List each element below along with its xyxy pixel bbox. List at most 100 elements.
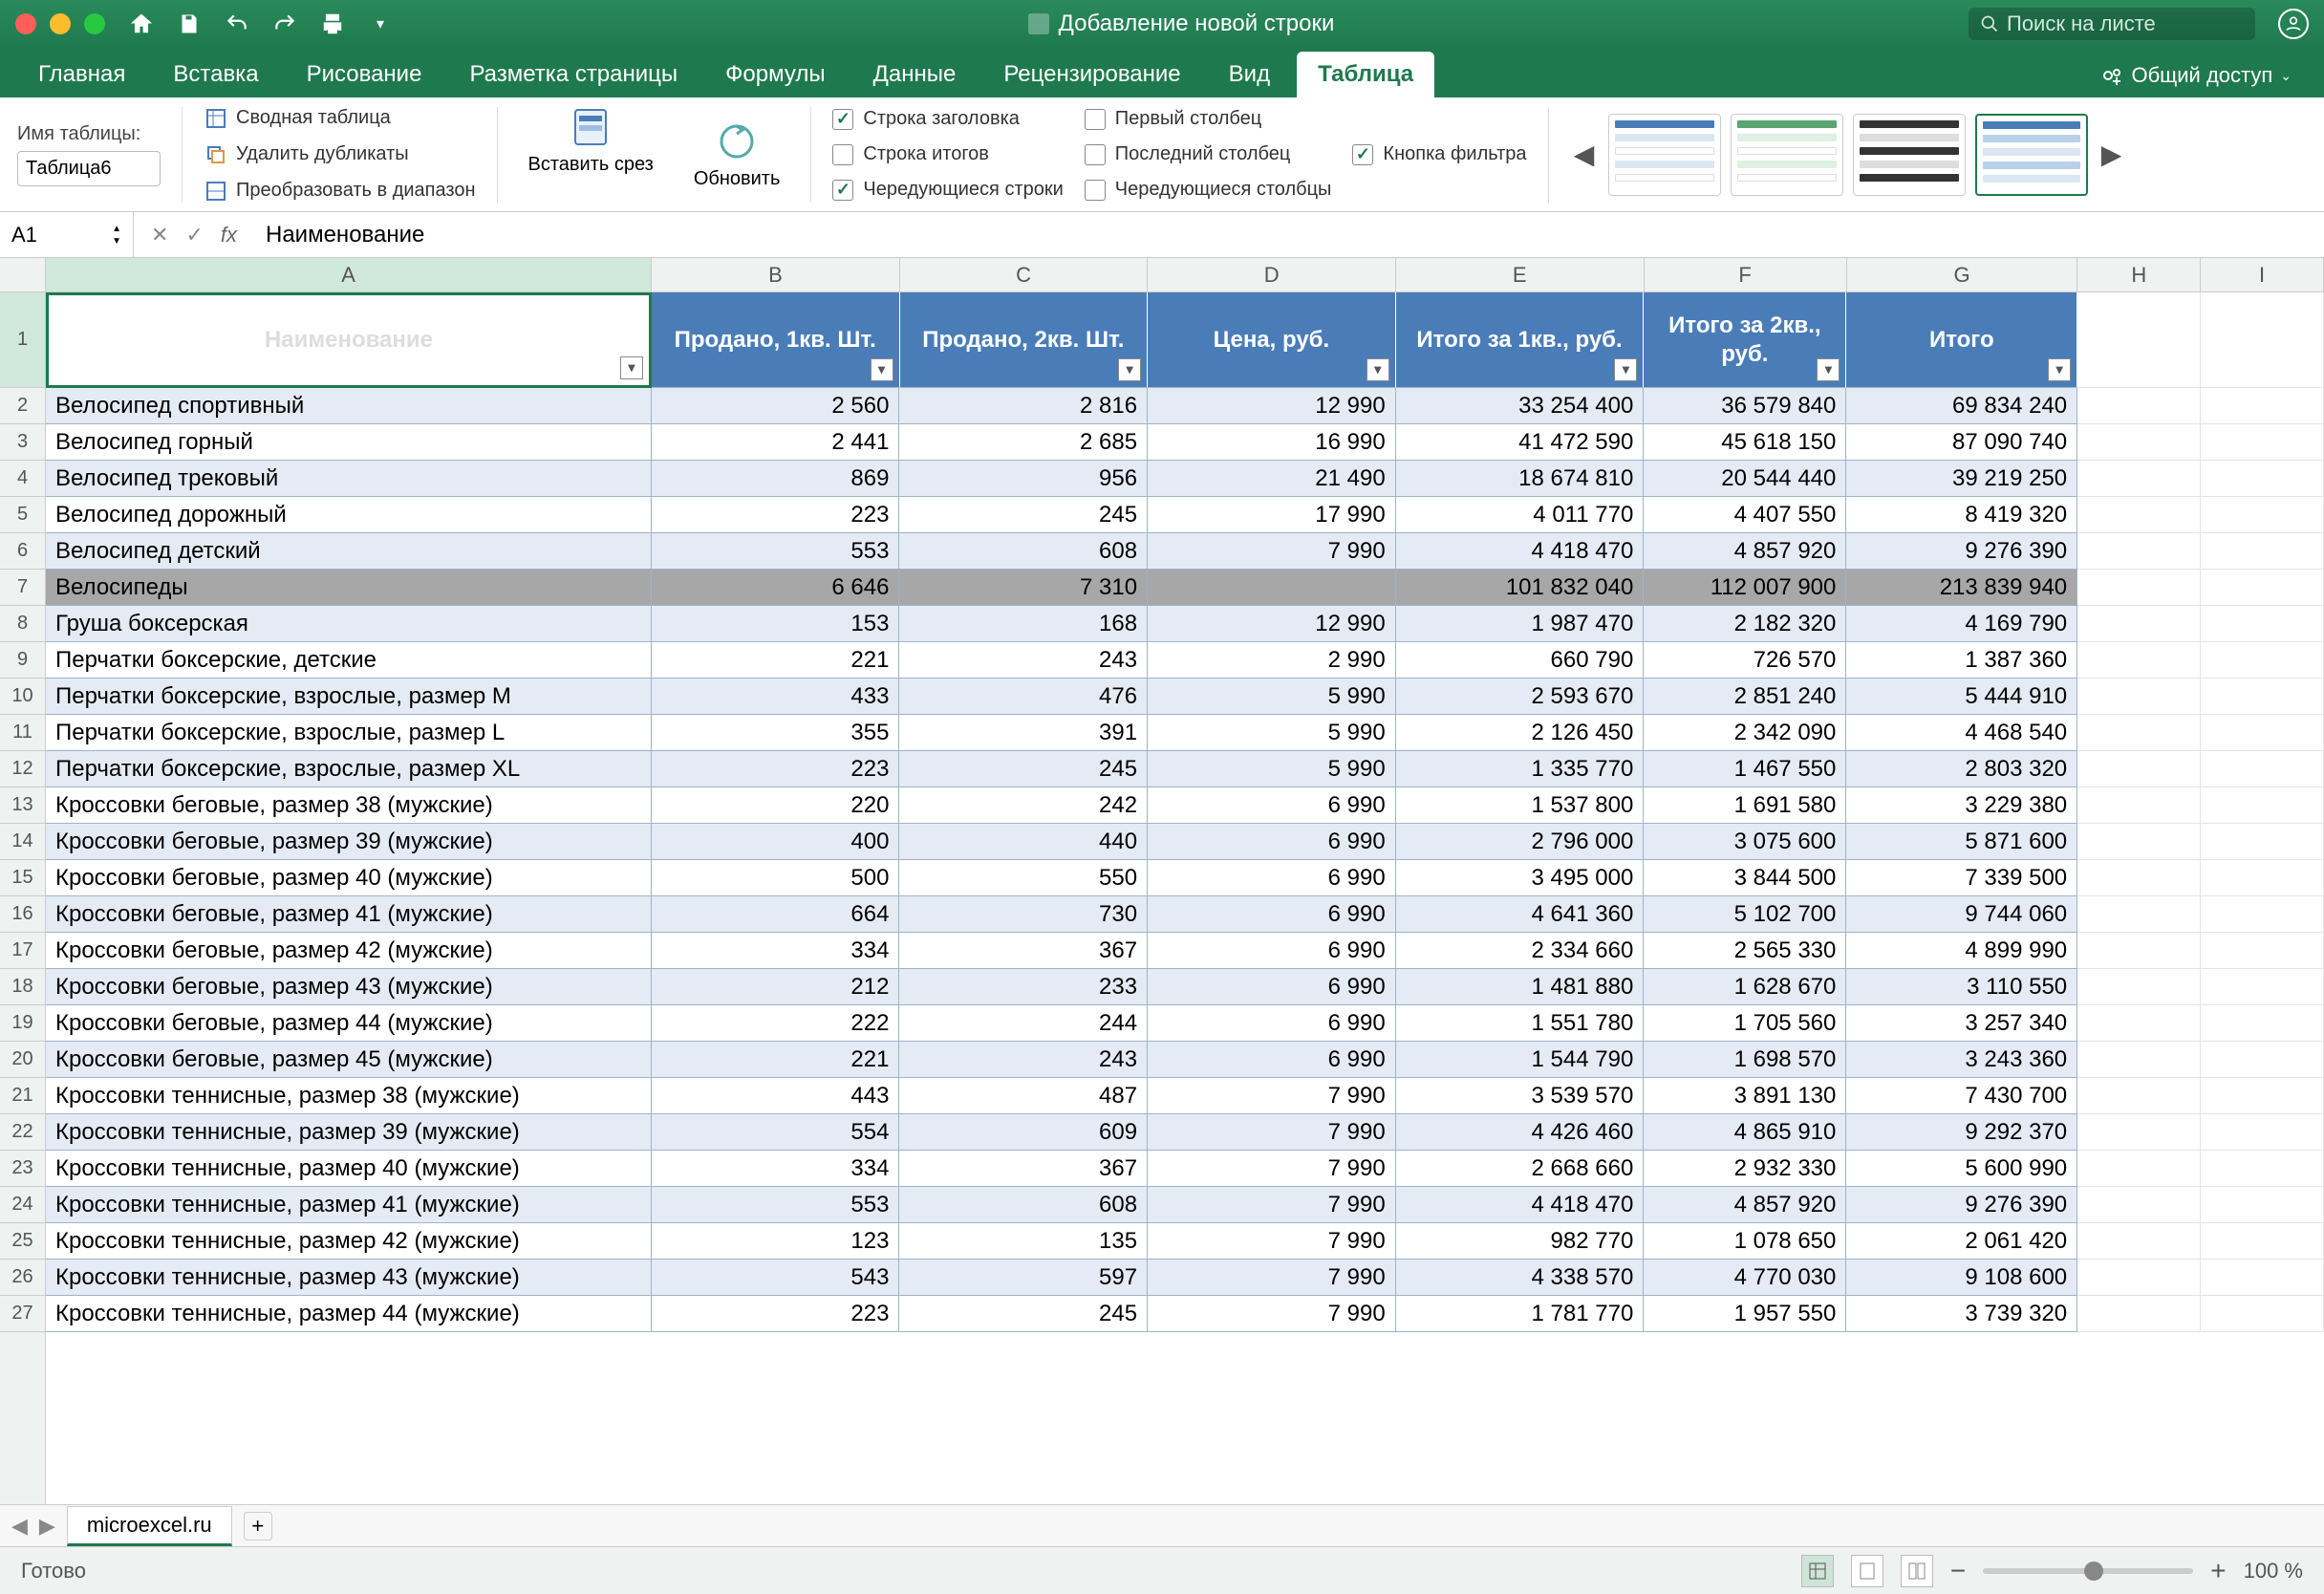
cell[interactable]: 243	[899, 1042, 1148, 1078]
cell[interactable]	[2201, 424, 2324, 461]
row-headers[interactable]: 1234567891011121314151617181920212223242…	[0, 292, 46, 1504]
cell[interactable]: 553	[652, 1187, 900, 1223]
row-header[interactable]: 20	[0, 1042, 45, 1078]
cell[interactable]: 6 990	[1148, 824, 1396, 860]
cell[interactable]: 443	[652, 1078, 900, 1114]
redo-icon[interactable]	[271, 11, 298, 37]
cell[interactable]	[2077, 715, 2201, 751]
cell[interactable]: 1 987 470	[1396, 606, 1645, 642]
cell[interactable]	[2077, 860, 2201, 896]
cell[interactable]: 500	[652, 860, 900, 896]
cell[interactable]	[2201, 388, 2324, 424]
cell[interactable]: Кроссовки теннисные, размер 42 (мужские)	[46, 1223, 652, 1260]
row-header[interactable]: 27	[0, 1296, 45, 1332]
cell[interactable]: 123	[652, 1223, 900, 1260]
cell[interactable]	[2201, 860, 2324, 896]
cell[interactable]: Перчатки боксерские, взрослые, размер L	[46, 715, 652, 751]
cell[interactable]: 69 834 240	[1846, 388, 2077, 424]
column-header-I[interactable]: I	[2201, 258, 2324, 291]
column-header-C[interactable]: C	[900, 258, 1149, 291]
banded-rows-checkbox[interactable]: Чередующиеся строки	[832, 175, 1063, 205]
cell[interactable]: 112 007 900	[1644, 570, 1846, 606]
cell[interactable]: 4 865 910	[1644, 1114, 1846, 1151]
cell[interactable]: 608	[899, 533, 1148, 570]
cell[interactable]	[2201, 715, 2324, 751]
cell[interactable]: Груша боксерская	[46, 606, 652, 642]
cell[interactable]: 222	[652, 1005, 900, 1042]
cell[interactable]: 730	[899, 896, 1148, 933]
column-header-G[interactable]: G	[1847, 258, 2078, 291]
row-header[interactable]: 4	[0, 461, 45, 497]
cell[interactable]: 7 990	[1148, 533, 1396, 570]
spreadsheet-grid[interactable]: ABCDEFGHI 123456789101112131415161718192…	[0, 258, 2324, 1504]
cell[interactable]: 2 803 320	[1846, 751, 2077, 787]
column-header-B[interactable]: B	[652, 258, 900, 291]
cell[interactable]: 101 832 040	[1396, 570, 1645, 606]
cell[interactable]	[2201, 533, 2324, 570]
cell[interactable]	[2201, 1078, 2324, 1114]
filter-button-checkbox[interactable]: Кнопка фильтра	[1352, 140, 1526, 169]
maximize-window-button[interactable]	[84, 13, 105, 34]
refresh-button[interactable]: Обновить	[684, 115, 790, 194]
cell[interactable]: 245	[899, 751, 1148, 787]
cell[interactable]	[2077, 388, 2201, 424]
cell[interactable]: 334	[652, 933, 900, 969]
cell[interactable]: 2 990	[1148, 642, 1396, 679]
cell[interactable]: 1 781 770	[1396, 1296, 1645, 1332]
cell[interactable]	[2201, 933, 2324, 969]
cell[interactable]	[2201, 292, 2324, 388]
table-header-cell[interactable]: Наименование	[46, 292, 652, 388]
cell[interactable]: 664	[652, 896, 900, 933]
zoom-slider[interactable]	[1983, 1568, 2193, 1574]
cell[interactable]: 3 257 340	[1846, 1005, 2077, 1042]
row-header[interactable]: 5	[0, 497, 45, 533]
minimize-window-button[interactable]	[50, 13, 71, 34]
select-all-corner[interactable]	[0, 258, 46, 292]
cell[interactable]	[2077, 1042, 2201, 1078]
cell[interactable]: Велосипед дорожный	[46, 497, 652, 533]
cell[interactable]	[2077, 679, 2201, 715]
column-header-A[interactable]: A	[46, 258, 652, 291]
cell[interactable]	[2077, 1223, 2201, 1260]
cell[interactable]: 5 102 700	[1644, 896, 1846, 933]
cell[interactable]: 391	[899, 715, 1148, 751]
print-icon[interactable]	[319, 11, 346, 37]
cell[interactable]: 245	[899, 1296, 1148, 1332]
cell[interactable]: 476	[899, 679, 1148, 715]
cell[interactable]: 4 770 030	[1644, 1260, 1846, 1296]
row-header[interactable]: 13	[0, 787, 45, 824]
cell[interactable]: 355	[652, 715, 900, 751]
cell[interactable]: 550	[899, 860, 1148, 896]
cell[interactable]: 1 078 650	[1644, 1223, 1846, 1260]
column-header-E[interactable]: E	[1396, 258, 1645, 291]
cell[interactable]: 1 537 800	[1396, 787, 1645, 824]
undo-icon[interactable]	[224, 11, 250, 37]
cell[interactable]: Велосипед трековый	[46, 461, 652, 497]
zoom-level[interactable]: 100 %	[2244, 1559, 2303, 1583]
cell[interactable]: 554	[652, 1114, 900, 1151]
cell[interactable]	[2201, 570, 2324, 606]
styles-next-button[interactable]: ▶	[2098, 114, 2126, 196]
cell[interactable]	[2077, 824, 2201, 860]
cell[interactable]: 41 472 590	[1396, 424, 1645, 461]
cell[interactable]: 7 990	[1148, 1260, 1396, 1296]
cell[interactable]: 7 990	[1148, 1223, 1396, 1260]
cell[interactable]: 5 871 600	[1846, 824, 2077, 860]
totals-row-checkbox[interactable]: Строка итогов	[832, 140, 1063, 169]
insert-slicer-button[interactable]: Вставить срез	[519, 100, 663, 209]
cell[interactable]: 6 990	[1148, 787, 1396, 824]
cell[interactable]: 213 839 940	[1846, 570, 2077, 606]
cell[interactable]: 7 339 500	[1846, 860, 2077, 896]
cell[interactable]: 7 990	[1148, 1151, 1396, 1187]
cell[interactable]: Кроссовки беговые, размер 44 (мужские)	[46, 1005, 652, 1042]
row-header[interactable]: 22	[0, 1114, 45, 1151]
search-input[interactable]: Поиск на листе	[1969, 8, 2255, 40]
cell[interactable]: 726 570	[1644, 642, 1846, 679]
row-header[interactable]: 17	[0, 933, 45, 969]
cell[interactable]	[2077, 292, 2201, 388]
cell[interactable]: 243	[899, 642, 1148, 679]
cell[interactable]: 1 705 560	[1644, 1005, 1846, 1042]
normal-view-button[interactable]	[1801, 1555, 1834, 1587]
cell[interactable]	[2201, 896, 2324, 933]
styles-prev-button[interactable]: ◀	[1570, 114, 1599, 196]
